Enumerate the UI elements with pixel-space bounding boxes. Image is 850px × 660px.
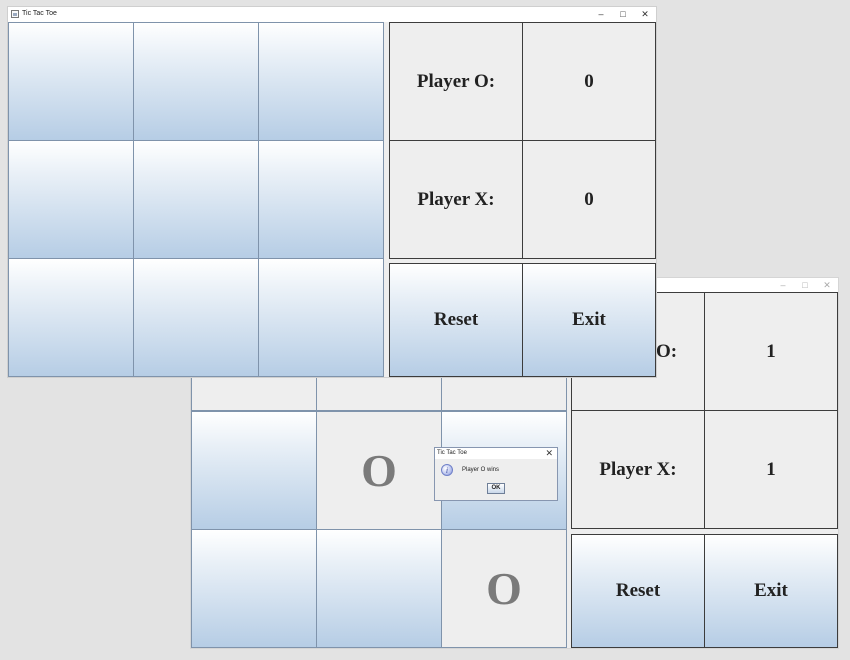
dialog-title: Tic Tac Toe — [437, 450, 467, 456]
reset-button[interactable]: Reset — [571, 534, 705, 648]
player-x-label: Player X: — [389, 140, 523, 259]
minimize-button[interactable]: – — [772, 278, 794, 293]
info-icon: i — [441, 464, 453, 476]
board-cell[interactable] — [133, 22, 259, 141]
minimize-button[interactable]: – — [590, 7, 612, 22]
reset-button[interactable]: Reset — [389, 263, 523, 377]
board-cell[interactable] — [258, 258, 384, 377]
front-window: Tic Tac Toe – □ ✕ Player O: 0 Player X: … — [8, 7, 656, 377]
board-cell[interactable]: O — [316, 411, 442, 530]
player-x-label: Player X: — [571, 410, 705, 529]
window-title: Tic Tac Toe — [22, 10, 57, 17]
maximize-button[interactable]: □ — [612, 7, 634, 22]
board-cell[interactable] — [133, 140, 259, 259]
dialog-close-button[interactable]: ✕ — [545, 448, 553, 459]
app-icon — [11, 10, 19, 18]
board-cell[interactable]: O — [441, 529, 567, 648]
board-cell[interactable] — [191, 529, 317, 648]
exit-button[interactable]: Exit — [704, 534, 838, 648]
exit-button[interactable]: Exit — [522, 263, 656, 377]
board-cell[interactable] — [133, 258, 259, 377]
dialog-message: Player O wins — [462, 467, 500, 473]
player-o-label: Player O: — [389, 22, 523, 141]
board-cell[interactable] — [8, 258, 134, 377]
maximize-button[interactable]: □ — [794, 278, 816, 293]
board-cell[interactable] — [258, 140, 384, 259]
dialog-title-bar: Tic Tac Toe ✕ — [435, 448, 557, 459]
board-cell[interactable] — [316, 529, 442, 648]
board-cell[interactable] — [191, 411, 317, 530]
game-over-dialog: Tic Tac Toe ✕ i Player O wins OK — [434, 447, 558, 501]
board-cell[interactable] — [8, 22, 134, 141]
front-title-bar: Tic Tac Toe – □ ✕ — [8, 7, 656, 22]
player-o-score: 0 — [522, 22, 656, 141]
board-cell[interactable] — [258, 22, 384, 141]
player-x-score: 0 — [522, 140, 656, 259]
close-button[interactable]: ✕ — [816, 278, 838, 293]
ok-button[interactable]: OK — [487, 483, 505, 494]
player-o-score: 1 — [704, 292, 838, 411]
close-button[interactable]: ✕ — [634, 7, 656, 22]
player-x-score: 1 — [704, 410, 838, 529]
board-cell[interactable] — [8, 140, 134, 259]
